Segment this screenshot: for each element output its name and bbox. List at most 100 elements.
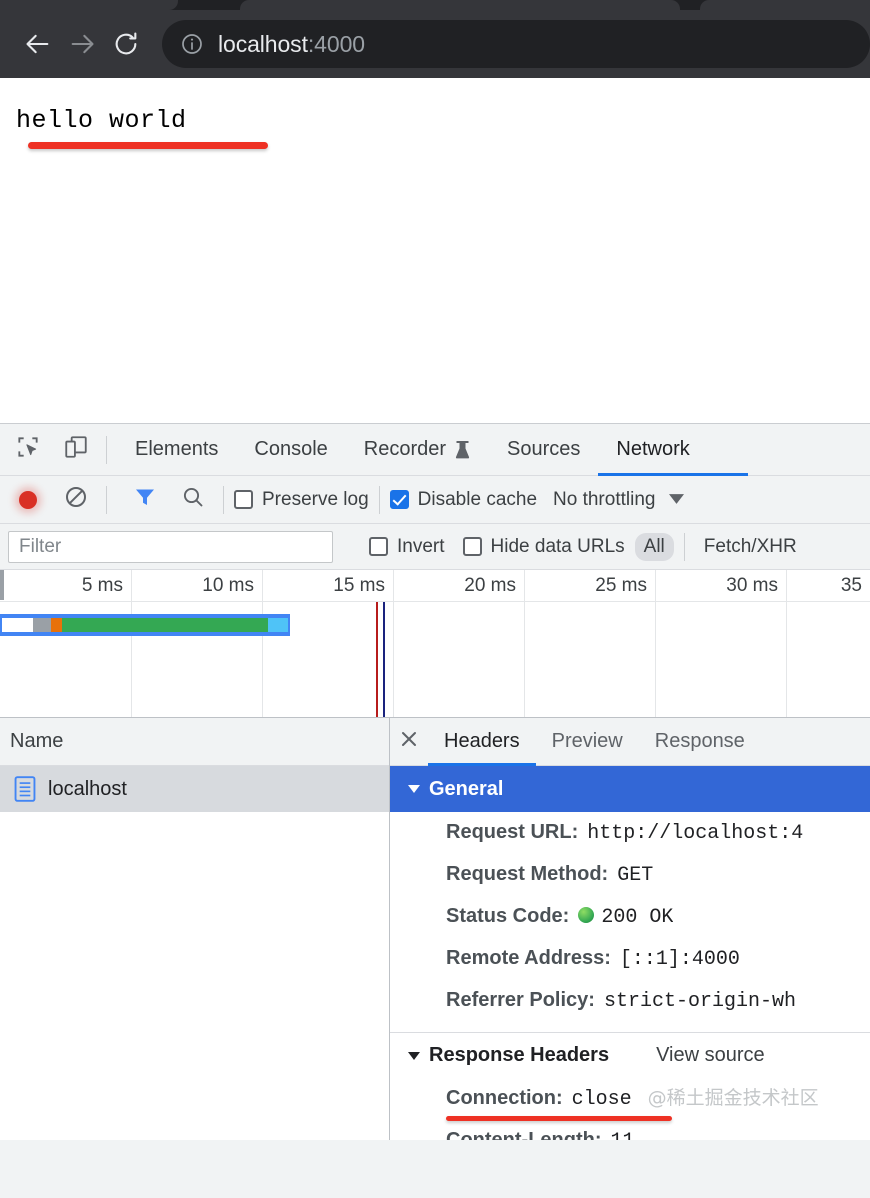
network-filter-bar: Invert Hide data URLs All Fetch/XHR — [0, 524, 870, 570]
tab-strip-segment-left — [0, 0, 178, 10]
tab-preview-label: Preview — [551, 730, 623, 752]
preserve-log-checkbox[interactable] — [234, 490, 253, 509]
general-section-title: General — [429, 777, 504, 800]
filter-toggle-button[interactable] — [125, 480, 165, 520]
timing-segment-waiting-ttfb — [62, 618, 268, 632]
preserve-log-control[interactable]: Preserve log — [234, 489, 369, 511]
response-header-content-length-value: 11 — [611, 1127, 635, 1140]
network-toolbar: Preserve log Disable cache No throttling — [0, 476, 870, 524]
toolbar-divider — [106, 435, 107, 464]
invert-control[interactable]: Invert — [369, 536, 445, 558]
disable-cache-control[interactable]: Disable cache — [389, 489, 537, 511]
response-headers-section-header[interactable]: Response Headers View source — [390, 1032, 870, 1078]
invert-checkbox[interactable] — [369, 537, 388, 556]
network-split-view: Name localhost Headers Preview Response … — [0, 718, 870, 1140]
close-details-button[interactable] — [390, 718, 428, 766]
forward-button[interactable] — [60, 22, 104, 66]
browser-chrome: localhost:4000 — [0, 0, 870, 78]
filter-bar-divider — [683, 532, 685, 561]
arrow-left-icon — [24, 30, 52, 58]
load-event-line — [383, 602, 385, 717]
address-bar[interactable]: localhost:4000 — [162, 20, 870, 68]
hide-data-urls-checkbox[interactable] — [462, 537, 482, 556]
network-toolbar-divider-2 — [223, 485, 224, 514]
clear-button[interactable] — [56, 480, 96, 520]
chevron-down-icon — [408, 785, 420, 793]
table-row[interactable]: localhost — [0, 766, 389, 812]
headers-content: General Request URL: http://localhost:4 … — [390, 766, 870, 1140]
ruler-tick-4: 25 ms — [525, 570, 656, 602]
tab-elements[interactable]: Elements — [117, 424, 236, 476]
general-status-code-key: Status Code: — [446, 905, 570, 927]
device-toolbar-button[interactable] — [56, 430, 96, 470]
tab-network[interactable]: Network — [598, 424, 749, 476]
inspect-element-icon — [15, 434, 41, 465]
general-referrer-policy-key: Referrer Policy: — [446, 989, 595, 1011]
hide-data-urls-label: Hide data URLs — [490, 535, 625, 557]
document-icon — [14, 776, 36, 802]
ruler-tick-1: 10 ms — [132, 570, 263, 602]
reload-button[interactable] — [104, 22, 148, 66]
tab-console-label: Console — [254, 438, 328, 460]
general-referrer-policy-value: strict-origin-wh — [603, 990, 796, 1013]
response-header-connection-value: close — [571, 1088, 632, 1111]
arrow-right-icon — [68, 30, 96, 58]
preserve-log-label: Preserve log — [262, 488, 369, 510]
devtools-panel: Elements Console Recorder Sources Networ… — [0, 423, 870, 1198]
screenshot-root: localhost:4000 hello world Elements Cons… — [0, 0, 870, 1198]
tab-sources[interactable]: Sources — [489, 424, 598, 476]
view-source-link[interactable]: View source — [656, 1044, 765, 1067]
record-button[interactable] — [8, 480, 48, 520]
chevron-down-icon — [408, 1051, 420, 1060]
tab-network-label: Network — [616, 438, 690, 460]
browser-tab-active[interactable] — [240, 0, 680, 10]
inspect-element-button[interactable] — [8, 430, 48, 470]
general-section-header[interactable]: General — [390, 766, 870, 812]
requests-column-header[interactable]: Name — [0, 718, 389, 766]
search-button[interactable] — [173, 480, 213, 520]
network-overview[interactable]: 5 ms 10 ms 15 ms 20 ms 25 ms 30 ms 35 — [0, 570, 870, 718]
hide-data-urls-control[interactable]: Hide data URLs — [462, 535, 625, 558]
response-headers-section-title: Response Headers — [429, 1044, 610, 1066]
info-circle-icon[interactable] — [180, 32, 204, 56]
general-request-url: Request URL: http://localhost:4 — [390, 812, 870, 854]
overview-gridline — [524, 602, 525, 717]
url-host: localhost — [218, 30, 308, 57]
request-name: localhost — [48, 777, 127, 800]
overview-body[interactable] — [0, 602, 870, 717]
filter-input[interactable] — [8, 530, 333, 563]
type-filter-fetch-xhr[interactable]: Fetch/XHR — [695, 533, 806, 561]
dom-content-loaded-line — [376, 602, 378, 717]
url-port: :4000 — [307, 30, 365, 57]
tab-strip-segment-right — [700, 0, 870, 10]
request-details-panel: Headers Preview Response General Request… — [390, 718, 870, 1140]
devtools-tab-bar: Elements Console Recorder Sources Networ… — [0, 424, 870, 476]
tab-preview[interactable]: Preview — [536, 718, 639, 766]
throttling-label: No throttling — [553, 488, 656, 510]
disable-cache-checkbox[interactable] — [389, 490, 409, 509]
throttling-select[interactable]: No throttling — [553, 489, 655, 511]
details-tab-bar: Headers Preview Response — [390, 718, 870, 766]
annotation-underline-connection — [446, 1116, 672, 1121]
general-request-url-key: Request URL: — [446, 821, 579, 843]
ruler-tick-5: 30 ms — [656, 570, 787, 602]
type-filter-all[interactable]: All — [634, 532, 674, 561]
back-button[interactable] — [16, 22, 60, 66]
general-request-method-value: GET — [617, 864, 654, 887]
general-status-code-value: 200 OK — [578, 903, 673, 933]
tab-response[interactable]: Response — [639, 718, 761, 766]
tab-console[interactable]: Console — [236, 424, 345, 476]
overview-gridline — [786, 602, 787, 717]
timing-segment-queueing — [2, 618, 34, 632]
requests-list-panel: Name localhost — [0, 718, 390, 1140]
general-remote-address-value: [::1]:4000 — [619, 948, 740, 971]
tab-headers-label: Headers — [444, 730, 520, 752]
tab-recorder[interactable]: Recorder — [346, 424, 489, 476]
status-ok-dot-icon — [578, 907, 595, 923]
chevron-down-icon[interactable] — [669, 492, 685, 507]
general-status-code: Status Code: 200 OK — [390, 896, 870, 938]
network-toolbar-divider-3 — [378, 485, 380, 514]
address-bar-text: localhost:4000 — [218, 31, 365, 58]
search-magnifier-icon — [181, 485, 205, 514]
tab-headers[interactable]: Headers — [428, 718, 536, 766]
